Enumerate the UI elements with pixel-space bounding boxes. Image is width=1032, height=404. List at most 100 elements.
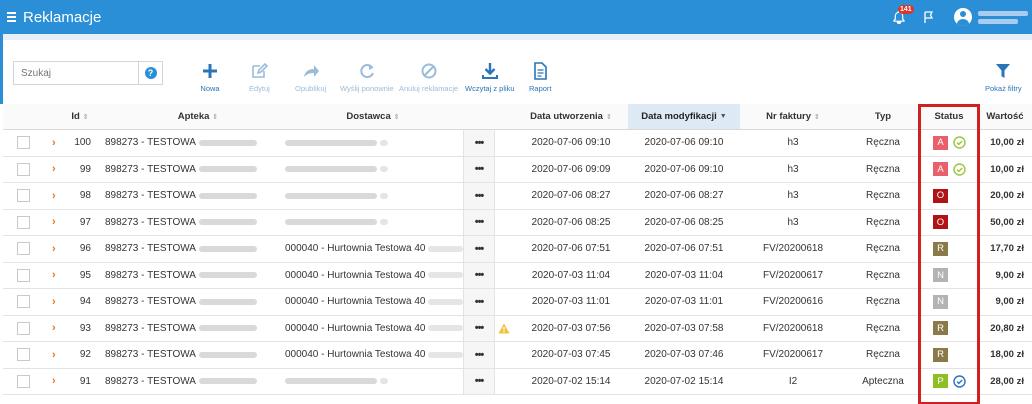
search-input[interactable] bbox=[14, 62, 138, 84]
column-header-wartosc[interactable]: Wartość bbox=[981, 104, 1029, 129]
row-more-button[interactable]: ••• bbox=[463, 209, 495, 235]
column-header-id[interactable]: Id ⇕ bbox=[65, 104, 95, 129]
supplier-redacted-suffix bbox=[380, 166, 388, 173]
row-invoice-number: FV/20200617 bbox=[762, 269, 824, 281]
row-created-date: 2020-07-03 11:01 bbox=[531, 296, 611, 308]
expand-chevron-icon[interactable]: › bbox=[52, 210, 62, 236]
edit-button-label: Edytuj bbox=[249, 84, 270, 93]
table-row[interactable]: › 93 898273 - TESTOWA 000040 - Hurtownia Te… bbox=[3, 315, 1032, 342]
table-row[interactable]: › 98 898273 - TESTOWA ••• 2020-07-06 08:27 20… bbox=[3, 183, 1032, 210]
row-checkbox[interactable] bbox=[17, 289, 33, 315]
help-icon: ? bbox=[144, 67, 157, 79]
row-checkbox[interactable] bbox=[17, 210, 33, 236]
expand-chevron-icon[interactable]: › bbox=[52, 342, 62, 368]
column-header-nr-faktury[interactable]: Nr faktury ⇕ bbox=[743, 104, 843, 129]
row-more-button[interactable]: ••• bbox=[463, 262, 495, 288]
menu-icon[interactable] bbox=[2, 0, 20, 34]
table-row[interactable]: › 94 898273 - TESTOWA 000040 - Hurtownia Te… bbox=[3, 289, 1032, 316]
row-type: Ręczna bbox=[866, 163, 900, 175]
help-button[interactable]: ? bbox=[138, 62, 162, 84]
expand-chevron-icon[interactable]: › bbox=[52, 289, 62, 315]
row-invoice-number: FV/20200617 bbox=[762, 349, 824, 361]
new-button[interactable]: Nowa bbox=[200, 61, 220, 93]
row-more-button[interactable]: ••• bbox=[463, 236, 495, 262]
toolbar: ? Nowa Edytuj Opublikuj Wyślij ponownie … bbox=[0, 34, 1032, 104]
expand-chevron-icon[interactable]: › bbox=[52, 183, 62, 209]
apteka-name-redacted bbox=[198, 325, 257, 332]
report-button[interactable]: Raport bbox=[529, 61, 552, 93]
column-header-data-modyfikacji[interactable]: Data modyfikacji ▼ bbox=[628, 104, 740, 129]
table-row[interactable]: › 91 898273 - TESTOWA ••• 2020-07-02 15:14 20… bbox=[3, 368, 1032, 395]
table-row[interactable]: › 100 898273 - TESTOWA ••• 2020-07-06 09:10 2… bbox=[3, 130, 1032, 157]
apteka-name-redacted bbox=[198, 139, 257, 146]
load-from-file-button[interactable]: Wczytaj z pliku bbox=[465, 61, 515, 93]
row-invoice-number: FV/20200618 bbox=[762, 243, 824, 255]
row-more-button[interactable]: ••• bbox=[463, 315, 495, 341]
row-dostawca bbox=[285, 369, 463, 395]
notification-count-badge: 141 bbox=[898, 5, 914, 14]
row-checkbox[interactable] bbox=[17, 342, 33, 368]
edit-button[interactable]: Edytuj bbox=[249, 61, 270, 93]
table-row[interactable]: › 96 898273 - TESTOWA 000040 - Hurtownia Te… bbox=[3, 236, 1032, 263]
row-invoice-number: FV/20200616 bbox=[762, 296, 824, 308]
row-more-button[interactable]: ••• bbox=[463, 130, 495, 156]
row-created-date: 2020-07-03 07:56 bbox=[531, 322, 611, 334]
row-more-button[interactable]: ••• bbox=[463, 289, 495, 315]
user-avatar[interactable] bbox=[954, 8, 972, 26]
flag-icon[interactable] bbox=[922, 10, 936, 24]
row-modified-date: 2020-07-06 08:27 bbox=[644, 190, 724, 202]
row-checkbox[interactable] bbox=[17, 316, 33, 342]
table-row[interactable]: › 95 898273 - TESTOWA 000040 - Hurtownia Te… bbox=[3, 262, 1032, 289]
row-invoice-number: h3 bbox=[787, 216, 799, 228]
resend-button[interactable]: Wyślij ponownie bbox=[340, 61, 394, 93]
row-checkbox[interactable] bbox=[17, 263, 33, 289]
expand-chevron-icon[interactable]: › bbox=[52, 369, 62, 395]
expand-chevron-icon[interactable]: › bbox=[52, 316, 62, 342]
row-more-button[interactable]: ••• bbox=[463, 156, 495, 182]
cancel-complaint-button-label: Anuluj reklamacje bbox=[399, 84, 459, 93]
row-checkbox[interactable] bbox=[17, 183, 33, 209]
column-header-typ[interactable]: Typ bbox=[848, 104, 918, 129]
row-id: 94 bbox=[79, 296, 91, 308]
row-created-date: 2020-07-06 09:09 bbox=[531, 163, 611, 175]
column-header-apteka[interactable]: Apteka ⇕ bbox=[153, 104, 243, 129]
expand-chevron-icon[interactable]: › bbox=[52, 263, 62, 289]
row-more-button[interactable]: ••• bbox=[463, 342, 495, 368]
more-dots-icon: ••• bbox=[474, 295, 485, 308]
app-header: Reklamacje 141 bbox=[0, 0, 1032, 34]
row-checkbox[interactable] bbox=[17, 130, 33, 156]
expand-chevron-icon[interactable]: › bbox=[52, 130, 62, 156]
row-checkbox[interactable] bbox=[17, 236, 33, 262]
show-filters-button[interactable]: Pokaż filtry bbox=[985, 61, 1022, 93]
row-more-button[interactable]: ••• bbox=[463, 183, 495, 209]
apteka-name-redacted bbox=[198, 166, 257, 173]
column-header-data-utworzenia[interactable]: Data utworzenia ⇕ bbox=[515, 104, 627, 129]
row-checkbox[interactable] bbox=[17, 369, 33, 395]
row-warning bbox=[495, 236, 513, 262]
user-name-redacted[interactable] bbox=[978, 10, 1030, 24]
supplier-redacted-suffix bbox=[380, 378, 388, 385]
row-id: 98 bbox=[79, 190, 91, 202]
row-apteka: 898273 - TESTOWA bbox=[105, 342, 280, 368]
table-row[interactable]: › 97 898273 - TESTOWA ••• 2020-07-06 08:25 20… bbox=[3, 209, 1032, 236]
row-type: Ręczna bbox=[866, 216, 900, 228]
table-row[interactable]: › 99 898273 - TESTOWA ••• 2020-07-06 09:09 20… bbox=[3, 156, 1032, 183]
row-checkbox[interactable] bbox=[17, 157, 33, 183]
column-header-dostawca[interactable]: Dostawca ⇕ bbox=[323, 104, 423, 129]
publish-button-label: Opublikuj bbox=[295, 84, 327, 93]
cancel-complaint-button[interactable]: Anuluj reklamacje bbox=[399, 61, 458, 93]
row-invoice-number: h3 bbox=[787, 190, 799, 202]
row-apteka: 898273 - TESTOWA bbox=[105, 289, 280, 315]
notification-bell-icon[interactable]: 141 bbox=[890, 5, 914, 26]
row-modified-date: 2020-07-03 11:04 bbox=[644, 269, 724, 281]
resend-button-label: Wyślij ponownie bbox=[340, 84, 394, 93]
publish-button[interactable]: Opublikuj bbox=[295, 61, 326, 93]
row-more-button[interactable]: ••• bbox=[463, 368, 495, 394]
apteka-name-redacted bbox=[198, 298, 257, 305]
apteka-name-redacted bbox=[198, 219, 257, 226]
expand-chevron-icon[interactable]: › bbox=[52, 157, 62, 183]
row-created-date: 2020-07-03 11:04 bbox=[531, 269, 611, 281]
table-row[interactable]: › 92 898273 - TESTOWA 000040 - Hurtownia Te… bbox=[3, 342, 1032, 369]
expand-chevron-icon[interactable]: › bbox=[52, 236, 62, 262]
row-modified-date: 2020-07-03 07:58 bbox=[644, 322, 724, 334]
